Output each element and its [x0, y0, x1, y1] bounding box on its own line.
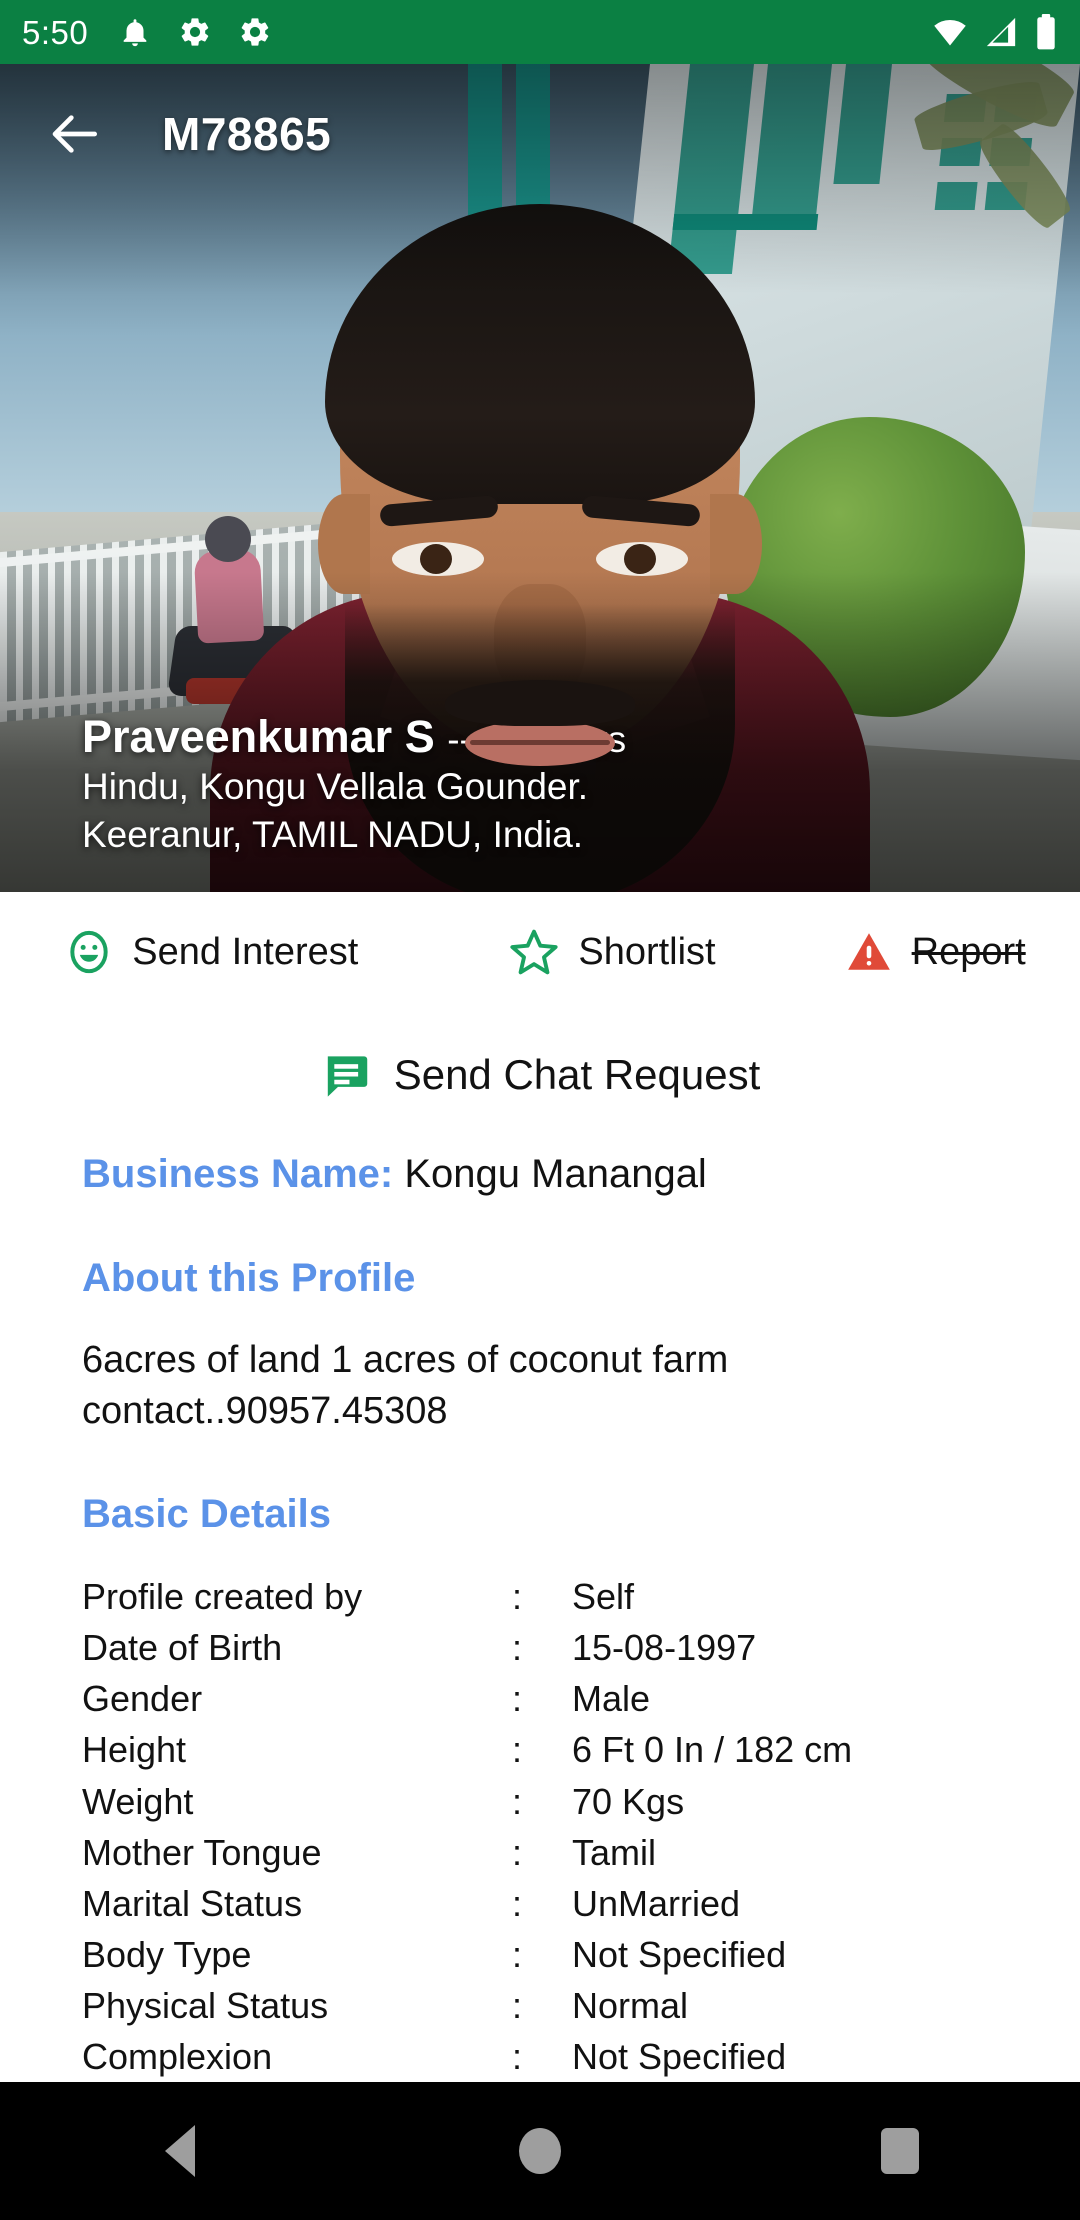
star-icon: [508, 926, 560, 978]
detail-separator: :: [512, 1933, 523, 1975]
page-title: M78865: [162, 108, 332, 160]
send-chat-request-label: Send Chat Request: [393, 1051, 761, 1098]
app-screen: 5:50 M78865 Praveenkumar S -- Hindu, Kon…: [0, 0, 1080, 2220]
table-row: Physical Status : Normal: [82, 1980, 998, 2031]
wifi-icon: [932, 14, 968, 50]
gear-icon: [238, 15, 272, 49]
table-row: Complexion : Not Specified: [82, 2031, 998, 2082]
business-name-row: Business Name: Kongu Manangal: [82, 1150, 998, 1198]
business-name-label: Business Name:: [82, 1152, 394, 1196]
table-row: Height : 6 Ft 0 In / 182 cm: [82, 1724, 998, 1775]
detail-separator: :: [512, 1780, 523, 1822]
battery-icon: [1034, 14, 1058, 50]
shortlist-label: Shortlist: [578, 930, 716, 973]
gear-icon: [178, 15, 212, 49]
table-row: Date of Birth : 15-08-1997: [82, 1622, 998, 1673]
detail-value: Normal: [572, 1984, 689, 2026]
detail-separator: :: [512, 1984, 523, 2026]
status-bar: 5:50: [0, 0, 1080, 64]
send-chat-request-button[interactable]: Send Chat Request: [0, 1020, 1080, 1130]
app-bar: M78865: [0, 64, 1080, 204]
table-row: Mother Tongue : Tamil: [82, 1827, 998, 1878]
table-row: Gender : Male: [82, 1673, 998, 1724]
profile-photo-hero[interactable]: M78865 Praveenkumar S -- 24 Years Hindu,…: [0, 64, 1080, 892]
detail-key: Gender: [82, 1678, 203, 1720]
detail-value: Self: [572, 1576, 635, 1618]
detail-separator: :: [512, 2036, 523, 2078]
table-row: Profile created by : Self: [82, 1571, 998, 1622]
detail-separator: :: [512, 1627, 523, 1669]
send-interest-label: Send Interest: [132, 930, 359, 973]
table-row: Weight : 70 Kgs: [82, 1776, 998, 1827]
nav-back-icon: [165, 2125, 195, 2177]
profile-community: Hindu, Kongu Vellala Gounder.: [82, 766, 589, 808]
status-bar-system-icons: [932, 14, 1058, 50]
table-row: Marital Status : UnMarried: [82, 1878, 998, 1929]
profile-location: Keeranur, TAMIL NADU, India.: [82, 813, 584, 855]
smiley-face-icon: [64, 927, 114, 977]
detail-key: Date of Birth: [82, 1627, 283, 1669]
detail-value: Not Specified: [572, 2036, 787, 2078]
detail-separator: :: [512, 1882, 523, 1924]
back-arrow-icon[interactable]: [48, 106, 104, 162]
detail-key: Complexion: [82, 2036, 273, 2078]
detail-key: Body Type: [82, 1933, 252, 1975]
status-bar-notification-icons: [118, 15, 272, 49]
nav-recents-icon: [881, 2128, 919, 2174]
basic-details-table: Profile created by : Self Date of Birth …: [82, 1571, 998, 2082]
detail-key: Physical Status: [82, 1984, 329, 2026]
send-interest-button[interactable]: Send Interest: [64, 927, 358, 977]
warning-triangle-icon: [844, 927, 894, 977]
detail-value: 70 Kgs: [572, 1780, 685, 1822]
nav-recents-button[interactable]: [825, 2082, 975, 2220]
detail-value: Male: [572, 1678, 651, 1720]
detail-key: Mother Tongue: [82, 1831, 322, 1873]
table-row: Body Type : Not Specified: [82, 1929, 998, 1980]
detail-separator: :: [512, 1576, 523, 1618]
cellular-signal-icon: [984, 15, 1018, 49]
about-section-text: 6acres of land 1 acres of coconut farm c…: [82, 1339, 729, 1432]
nav-back-button[interactable]: [105, 2082, 255, 2220]
profile-name: Praveenkumar S: [82, 711, 435, 763]
status-bar-clock: 5:50: [22, 13, 89, 51]
notification-bell-icon: [118, 15, 152, 49]
detail-separator: :: [512, 1831, 523, 1873]
detail-value: 15-08-1997: [572, 1627, 757, 1669]
nav-home-button[interactable]: [465, 2082, 615, 2220]
business-name-value: Kongu Manangal: [404, 1152, 707, 1196]
detail-key: Height: [82, 1729, 187, 1771]
detail-value: UnMarried: [572, 1882, 741, 1924]
about-section-title: About this Profile: [82, 1256, 416, 1300]
nav-home-icon: [519, 2128, 561, 2174]
detail-key: Weight: [82, 1780, 194, 1822]
android-navigation-bar: [0, 2082, 1080, 2220]
detail-value: Not Specified: [572, 1933, 787, 1975]
detail-value: Tamil: [572, 1831, 657, 1873]
action-button-row: Send Interest Shortlist Report: [0, 892, 1080, 1012]
detail-separator: :: [512, 1678, 523, 1720]
basic-details-section-title: Basic Details: [82, 1492, 332, 1537]
report-label: Report: [911, 930, 1026, 973]
profile-details-content: Business Name: Kongu Manangal About this…: [0, 1150, 1080, 2082]
chat-bubble-icon: [320, 1049, 372, 1101]
report-button[interactable]: Report: [844, 927, 1026, 977]
shortlist-button[interactable]: Shortlist: [508, 926, 716, 978]
detail-separator: :: [512, 1729, 523, 1771]
detail-key: Marital Status: [82, 1882, 303, 1924]
detail-value: 6 Ft 0 In / 182 cm: [572, 1729, 853, 1771]
detail-key: Profile created by: [82, 1576, 363, 1618]
